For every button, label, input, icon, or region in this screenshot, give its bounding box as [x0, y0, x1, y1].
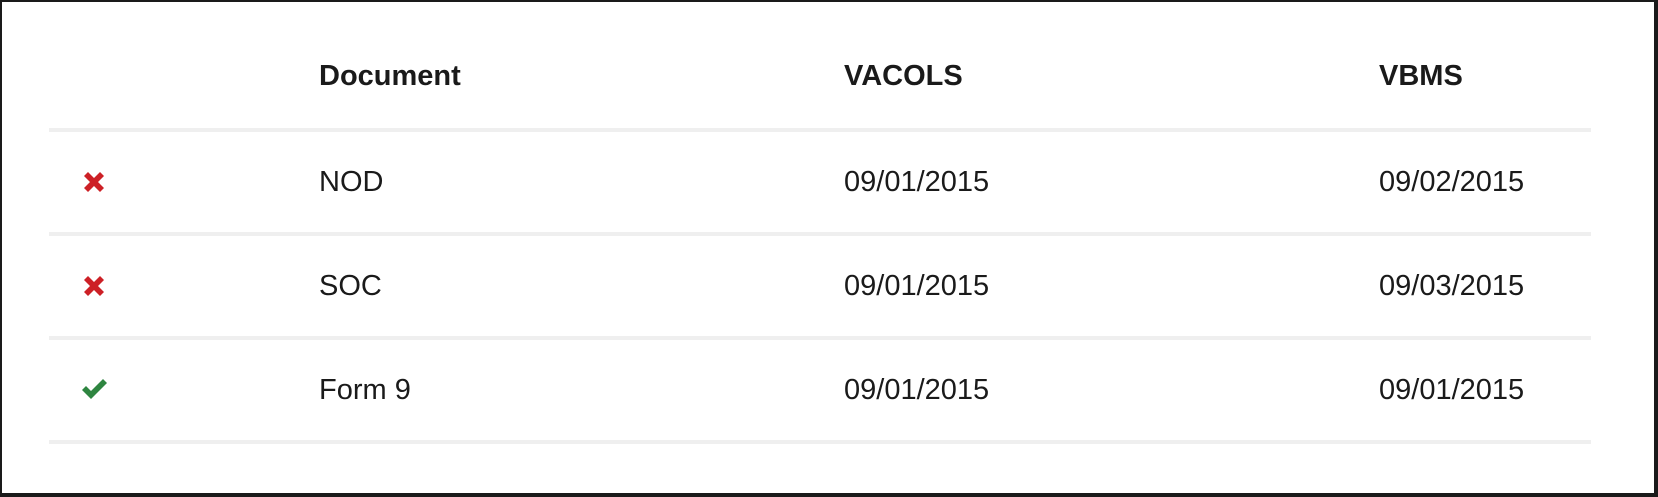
document-name-cell: Form 9	[319, 373, 411, 406]
vacols-date-cell: 09/01/2015	[844, 373, 990, 406]
document-name-cell: NOD	[319, 165, 384, 198]
status-cell	[79, 236, 119, 336]
document-dates-table: Document VACOLS VBMS NOD 09/01/2015 09/0…	[49, 24, 1591, 444]
status-cell	[79, 132, 119, 232]
document-name-cell: SOC	[319, 269, 382, 302]
vacols-date-cell: 09/01/2015	[844, 165, 990, 198]
vbms-column-header: VBMS	[1379, 59, 1463, 92]
status-cell	[79, 340, 119, 440]
status-column-header	[79, 24, 119, 128]
table-row: SOC 09/01/2015 09/03/2015	[49, 236, 1591, 340]
vacols-column-header: VACOLS	[844, 59, 963, 92]
x-icon	[84, 172, 104, 192]
x-icon	[84, 276, 104, 296]
vbms-date-cell: 09/03/2015	[1379, 269, 1525, 302]
document-column-header: Document	[319, 59, 461, 92]
table-row: NOD 09/01/2015 09/02/2015	[49, 132, 1591, 236]
table-header-row: Document VACOLS VBMS	[49, 24, 1591, 132]
vacols-date-cell: 09/01/2015	[844, 269, 990, 302]
vbms-date-cell: 09/02/2015	[1379, 165, 1525, 198]
checkmark-icon	[82, 379, 107, 399]
vbms-date-cell: 09/01/2015	[1379, 373, 1525, 406]
document-comparison-panel: Document VACOLS VBMS NOD 09/01/2015 09/0…	[0, 0, 1658, 497]
table-row: Form 9 09/01/2015 09/01/2015	[49, 340, 1591, 444]
